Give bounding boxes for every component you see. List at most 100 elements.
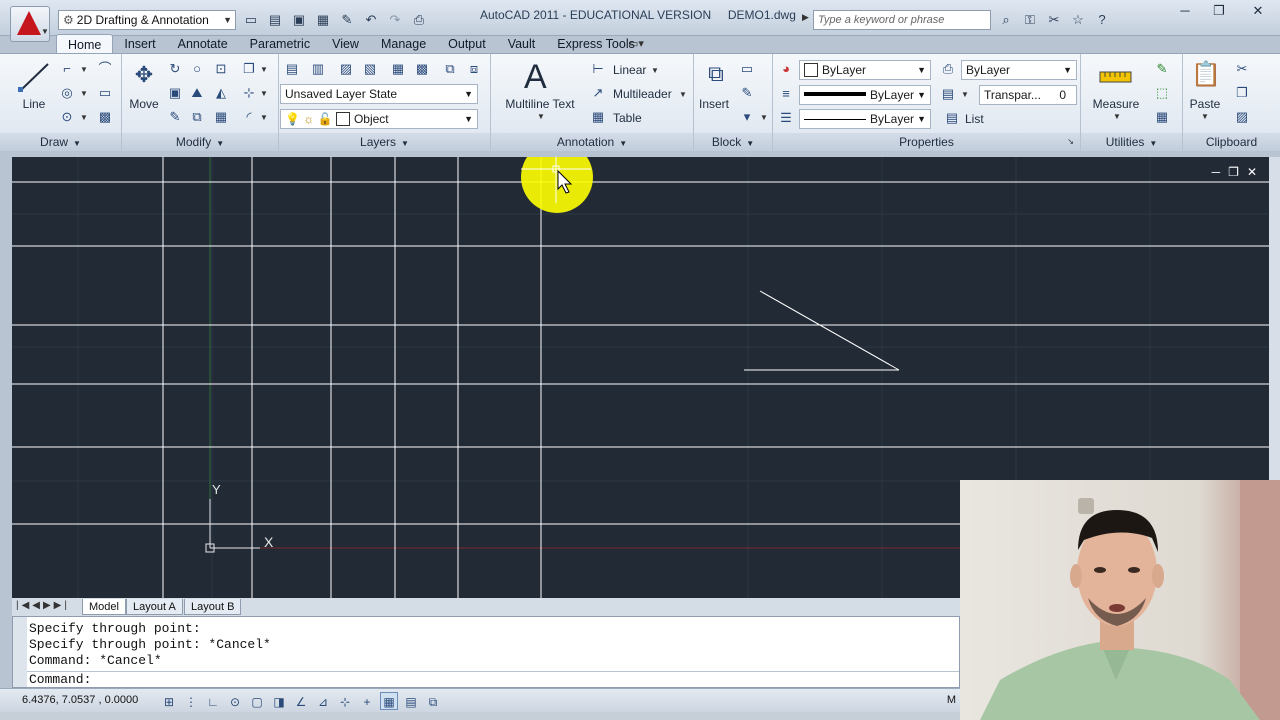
layers-panel-title[interactable]: Layers ▼ — [279, 133, 490, 151]
polyline-icon[interactable]: ⌐ — [58, 60, 76, 78]
tab-output[interactable]: Output — [437, 34, 497, 54]
dynamic-ucs-icon[interactable]: ⊿ — [314, 692, 332, 710]
chevron-down-icon[interactable]: ▼ — [260, 65, 268, 74]
plot-style-dropdown[interactable]: ByLayer ▼ — [961, 60, 1077, 80]
tab-annotate[interactable]: Annotate — [167, 34, 239, 54]
command-prompt-input[interactable]: Command: — [29, 672, 91, 687]
table-label[interactable]: Table — [613, 111, 642, 125]
key-icon[interactable]: ⚿ — [1020, 10, 1040, 30]
chevron-right-icon[interactable]: ▶ — [802, 12, 809, 23]
tab-manage[interactable]: Manage — [370, 34, 437, 54]
select-all-icon[interactable]: ⬚ — [1153, 84, 1171, 102]
multiline-text-icon[interactable]: A — [524, 58, 547, 97]
ribbon-minimize-icon[interactable]: ▭▾ — [628, 37, 644, 50]
grid-array-icon[interactable]: ▦ — [212, 108, 230, 126]
insert-block-icon[interactable]: ⧉ — [702, 60, 730, 88]
close-icon[interactable]: ✕ — [1247, 165, 1257, 179]
list-label[interactable]: List — [965, 112, 984, 126]
dialog-launcher-icon[interactable]: ↘ — [1067, 133, 1074, 151]
command-line-grip[interactable] — [13, 617, 27, 687]
create-block-icon[interactable]: ▭ — [738, 60, 756, 78]
hatch-icon[interactable]: ▩ — [96, 108, 114, 126]
plot-icon[interactable]: ⎙ — [408, 10, 430, 30]
transparency-icon[interactable]: ▤ — [939, 85, 957, 103]
object-snap-tracking-icon[interactable]: ∠ — [292, 692, 310, 710]
chevron-down-icon[interactable]: ▼ — [260, 113, 268, 122]
multiline-text-button-label[interactable]: Multiline Text — [499, 97, 581, 111]
measure-button-label[interactable]: Measure — [1087, 97, 1145, 111]
chevron-down-icon[interactable]: ▼ — [961, 90, 969, 99]
extend-icon[interactable]: ⊡ — [212, 60, 230, 78]
measure-icon[interactable] — [1099, 64, 1133, 88]
edit-block-icon[interactable]: ✎ — [738, 84, 756, 102]
workspace-switcher[interactable]: ⚙ 2D Drafting & Annotation ▼ — [58, 10, 236, 30]
properties-panel-title[interactable]: Properties ↘ — [773, 133, 1080, 151]
chevron-down-icon[interactable]: ▼ — [1201, 112, 1209, 121]
paste-icon[interactable]: 📋 — [1191, 60, 1221, 90]
tab-insert[interactable]: Insert — [113, 34, 166, 54]
edit-attributes-icon[interactable]: ▾ — [738, 108, 756, 126]
layer-unisolate-icon[interactable]: ▧ — [361, 60, 379, 78]
restore-icon[interactable]: ❐ — [1228, 165, 1239, 179]
tab-vault[interactable]: Vault — [497, 34, 547, 54]
multileader-icon[interactable]: ↗ — [589, 84, 607, 102]
transparency-toggle-icon[interactable]: ▦ — [380, 692, 398, 710]
layer-states-icon[interactable]: ▥ — [309, 60, 327, 78]
save-as-icon[interactable]: ▦ — [312, 10, 334, 30]
tab-view[interactable]: View — [321, 34, 370, 54]
binoculars-icon[interactable]: ⌕ — [996, 10, 1016, 30]
linear-label[interactable]: Linear — [613, 63, 646, 77]
quick-properties-icon[interactable]: ▤ — [402, 692, 420, 710]
plot-style-icon[interactable]: ⎙ — [939, 60, 957, 78]
calculator-icon[interactable]: ▦ — [1153, 108, 1171, 126]
array-icon[interactable]: ⊹ — [240, 84, 258, 102]
chevron-down-icon[interactable]: ▼ — [1113, 112, 1121, 121]
grid-display-icon[interactable]: ⋮ — [182, 692, 200, 710]
block-panel-title[interactable]: Block ▼ — [694, 133, 772, 151]
linear-dimension-icon[interactable]: ⊢ — [589, 60, 607, 78]
diagonal-line[interactable] — [759, 290, 900, 371]
layer-state-dropdown[interactable]: Unsaved Layer State ▼ — [280, 84, 478, 104]
snap-mode-icon[interactable]: ⊞ — [160, 692, 178, 710]
draw-panel-title[interactable]: Draw ▼ — [0, 133, 121, 151]
line-icon[interactable] — [18, 60, 52, 94]
tab-layout-a[interactable]: Layout A — [126, 599, 183, 615]
layer-isolate-icon[interactable]: ▨ — [337, 60, 355, 78]
arc-icon[interactable]: ⌒ — [96, 60, 114, 78]
layer-properties-icon[interactable]: ▤ — [283, 60, 301, 78]
chevron-down-icon[interactable]: ▼ — [80, 89, 88, 98]
communication-icon[interactable]: ✂ — [1044, 10, 1064, 30]
layout-tab-navigation-icon[interactable]: |◀◀▶▶| — [16, 600, 70, 611]
lineweight-toggle-icon[interactable]: + — [358, 692, 376, 710]
insert-button-label[interactable]: Insert — [694, 97, 734, 111]
chevron-down-icon[interactable]: ▼ — [679, 90, 687, 99]
stretch-icon[interactable]: ⛰ — [188, 84, 206, 102]
paste-button-label[interactable]: Paste — [1185, 97, 1225, 111]
chevron-down-icon[interactable]: ▼ — [80, 65, 88, 74]
clipboard-panel-title[interactable]: Clipboard — [1183, 133, 1280, 151]
quick-select-icon[interactable]: ✎ — [1153, 60, 1171, 78]
chevron-down-icon[interactable]: ▼ — [760, 113, 768, 122]
save-icon[interactable]: ▣ — [288, 10, 310, 30]
lineweight-dropdown[interactable]: ByLayer ▼ — [799, 85, 931, 105]
cut-icon[interactable]: ✂ — [1233, 60, 1251, 78]
new-icon[interactable]: ▭ — [240, 10, 262, 30]
move-button-label[interactable]: Move — [124, 97, 164, 111]
dynamic-input-icon[interactable]: ⊹ — [336, 692, 354, 710]
tab-home[interactable]: Home — [56, 34, 114, 54]
annotation-panel-title[interactable]: Annotation ▼ — [491, 133, 693, 151]
linetype-icon[interactable]: ☰ — [777, 109, 795, 127]
layer-previous-icon[interactable]: ⧈ — [465, 60, 483, 78]
trim-icon[interactable]: ○ — [188, 60, 206, 78]
linetype-dropdown[interactable]: ByLayer ▼ — [799, 109, 931, 129]
minimize-icon[interactable]: ─ — [1168, 0, 1202, 22]
copy-clip-icon[interactable]: ❐ — [1233, 84, 1251, 102]
copy-objects-icon[interactable]: ▣ — [166, 84, 184, 102]
modify-panel-title[interactable]: Modify ▼ — [122, 133, 278, 151]
transparency-field[interactable]: Transpar... 0 — [979, 85, 1077, 105]
coordinates-readout[interactable]: 6.4376, 7.0537 , 0.0000 — [22, 694, 138, 706]
multileader-label[interactable]: Multileader — [613, 87, 672, 101]
help-search-input[interactable]: Type a keyword or phrase — [813, 10, 991, 30]
redo-icon[interactable]: ↷ — [384, 10, 406, 30]
erase-icon[interactable]: ✎ — [166, 108, 184, 126]
